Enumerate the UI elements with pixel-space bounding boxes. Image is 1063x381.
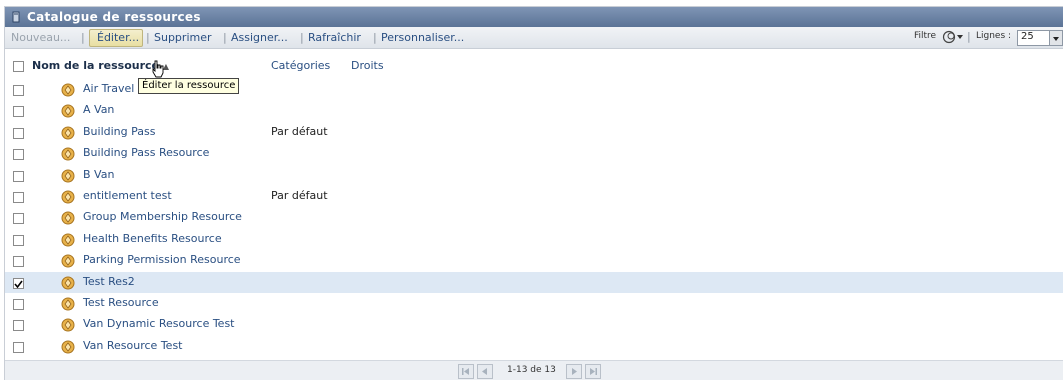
resource-icon <box>61 147 75 161</box>
resource-icon <box>61 169 75 183</box>
table-row[interactable]: Test Res2 <box>5 271 1063 293</box>
row-checkbox[interactable] <box>13 213 24 225</box>
toolbar: Nouveau... | Éditer... | Supprimer | Ass… <box>5 27 1063 49</box>
toolbar-separator: | <box>223 31 227 44</box>
row-checkbox[interactable] <box>13 127 24 139</box>
rows-per-page-value: 25 <box>1021 31 1034 42</box>
rows-label: Lignes : <box>976 31 1012 41</box>
resource-name-link[interactable]: Parking Permission Resource <box>83 253 241 266</box>
resource-icon <box>61 104 75 118</box>
resource-icon <box>61 211 75 225</box>
pager-range: 1-13 de 13 <box>507 365 556 375</box>
toolbar-separator: | <box>300 31 304 44</box>
row-checkbox[interactable] <box>13 106 24 118</box>
table-row[interactable]: Van Dynamic Resource Test <box>5 314 1063 335</box>
filter-separator: | <box>967 30 971 43</box>
toolbar-separator: | <box>146 31 150 44</box>
assign-button[interactable]: Assigner... <box>231 31 288 44</box>
column-header-categories[interactable]: Catégories <box>271 59 330 72</box>
resource-name-link[interactable]: entitlement test <box>83 189 172 202</box>
first-page-icon[interactable] <box>458 364 474 379</box>
customize-button[interactable]: Personnaliser... <box>381 31 464 44</box>
row-checkbox[interactable] <box>13 256 24 268</box>
column-header-name[interactable]: Nom de la ressource ▲ <box>32 59 169 72</box>
edit-button-label: Éditer... <box>97 31 140 44</box>
rows-per-page-select[interactable]: 25 <box>1017 30 1063 46</box>
row-checkbox[interactable] <box>13 234 24 246</box>
resource-icon <box>61 254 75 268</box>
resource-name-link[interactable]: Van Resource Test <box>83 339 182 352</box>
refresh-button[interactable]: Rafraîchir <box>308 31 361 44</box>
resource-icon <box>61 83 75 97</box>
column-header-name-label: Nom de la ressource <box>32 59 160 72</box>
catalog-icon <box>12 11 20 23</box>
resource-icon <box>61 276 75 290</box>
table-row[interactable]: Group Membership Resource <box>5 207 1063 228</box>
table-row[interactable]: Van Resource Test <box>5 336 1063 357</box>
filter-controls: Filtre | Lignes : 25 <box>914 30 1063 46</box>
row-checkbox[interactable] <box>13 85 24 96</box>
table-row[interactable]: Building Pass Resource <box>5 143 1063 164</box>
last-page-icon[interactable] <box>585 364 601 379</box>
column-header-rights[interactable]: Droits <box>351 59 384 72</box>
table-row[interactable]: A Van <box>5 100 1063 121</box>
resource-icon <box>61 318 75 332</box>
resource-icon <box>61 126 75 140</box>
resource-name-link[interactable]: Building Pass Resource <box>83 146 209 159</box>
edit-tooltip: Éditer la ressource <box>138 78 240 94</box>
resource-catalog-panel: Catalogue de ressources Nouveau... | Édi… <box>4 6 1063 380</box>
resource-name-link[interactable]: Building Pass <box>83 125 155 138</box>
table-row[interactable]: Building Pass Par défaut <box>5 122 1063 143</box>
table-row[interactable]: Test Resource <box>5 293 1063 314</box>
resource-name-link[interactable]: Group Membership Resource <box>83 210 242 223</box>
filter-label: Filtre <box>914 31 937 41</box>
row-checkbox[interactable] <box>13 320 24 332</box>
next-page-icon[interactable] <box>566 364 582 379</box>
new-button[interactable]: Nouveau... <box>11 31 70 44</box>
edit-button[interactable]: Éditer... <box>89 29 143 47</box>
table-row[interactable]: entitlement test Par défaut <box>5 186 1063 207</box>
table-row[interactable]: B Van <box>5 165 1063 186</box>
toolbar-separator: | <box>373 31 377 44</box>
row-checkbox[interactable] <box>13 192 24 203</box>
resource-icon <box>61 297 75 311</box>
resource-icon <box>61 233 75 247</box>
row-checkbox[interactable] <box>13 277 24 289</box>
dropdown-arrow-icon[interactable] <box>1049 31 1062 45</box>
row-checkbox[interactable] <box>13 149 24 161</box>
select-all-checkbox[interactable] <box>13 61 24 72</box>
resource-icon <box>61 340 75 354</box>
delete-button[interactable]: Supprimer <box>154 31 212 44</box>
resource-name-link[interactable]: A Van <box>83 103 114 116</box>
resource-name-link[interactable]: Van Dynamic Resource Test <box>83 317 235 330</box>
row-checkbox[interactable] <box>13 299 24 310</box>
resource-name-link[interactable]: Test Res2 <box>83 275 135 288</box>
table-row[interactable]: Health Benefits Resource <box>5 229 1063 250</box>
resource-category: Par défaut <box>271 189 328 202</box>
resource-name-link[interactable]: Health Benefits Resource <box>83 232 222 245</box>
pagination-bar: 1-13 de 13 <box>5 360 1063 380</box>
pager: 1-13 de 13 <box>458 364 618 379</box>
resource-category: Par défaut <box>271 124 328 138</box>
resource-icon <box>61 190 75 204</box>
hand-cursor-icon <box>152 60 164 78</box>
panel-title-bar: Catalogue de ressources <box>5 7 1063 27</box>
filter-icon[interactable] <box>942 30 964 44</box>
resource-name-link[interactable]: B Van <box>83 168 114 181</box>
previous-page-icon[interactable] <box>477 364 493 379</box>
row-checkbox[interactable] <box>13 341 24 353</box>
row-checkbox[interactable] <box>13 170 24 182</box>
panel-title: Catalogue de ressources <box>27 10 201 24</box>
toolbar-separator: | <box>81 31 85 44</box>
resource-name-link[interactable]: Test Resource <box>83 296 159 309</box>
table-row[interactable]: Parking Permission Resource <box>5 250 1063 271</box>
